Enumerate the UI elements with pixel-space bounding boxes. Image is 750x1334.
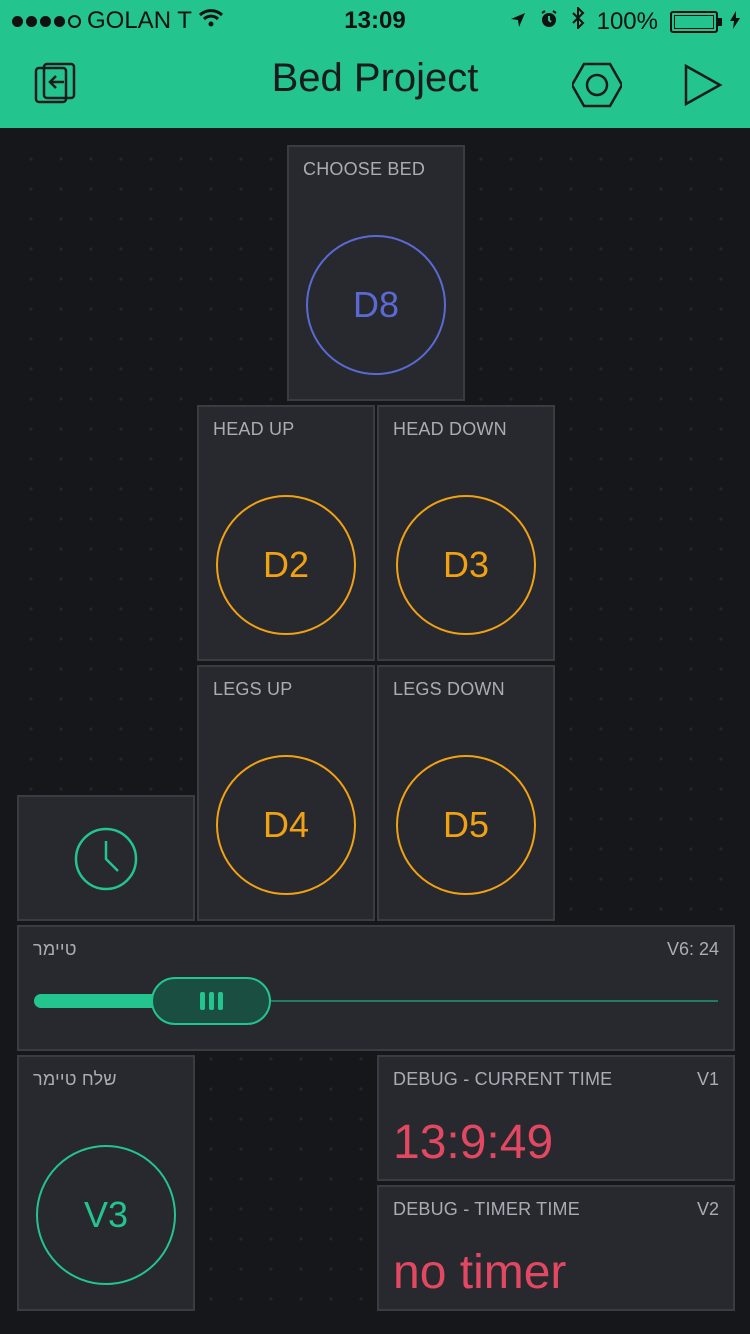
app-header: Bed Project (0, 40, 750, 128)
debug-current-time-label: DEBUG - CURRENT TIME (393, 1069, 613, 1089)
timer-slider-readout: V6: 24 (666, 939, 719, 959)
timer-slider-widget: טיימר V6: 24 (17, 925, 735, 1051)
send-timer-button[interactable]: V3 (36, 1145, 176, 1285)
play-icon[interactable] (680, 60, 730, 110)
debug-current-time-value: 13:9:49 (393, 1116, 554, 1169)
debug-timer-time-widget: DEBUG - TIMER TIME V2 no timer (377, 1185, 735, 1311)
battery-icon (670, 10, 722, 33)
legs-up-button[interactable]: D4 (216, 755, 356, 895)
choose-bed-button[interactable]: D8 (306, 235, 446, 375)
battery-percent: 100% (596, 7, 658, 35)
head-down-widget: HEAD DOWN D3 (377, 405, 555, 661)
debug-timer-time-label: DEBUG - TIMER TIME (393, 1199, 580, 1219)
head-up-label: HEAD UP (213, 419, 295, 439)
page-title: Bed Project (271, 56, 479, 100)
bluetooth-icon (571, 5, 585, 36)
head-down-button[interactable]: D3 (396, 495, 536, 635)
head-up-widget: HEAD UP D2 (197, 405, 375, 661)
choose-bed-label: CHOOSE BED (303, 159, 426, 179)
hexagon-nut-icon[interactable] (570, 60, 624, 110)
head-up-button[interactable]: D2 (216, 495, 356, 635)
choose-bed-pin: D8 (352, 284, 400, 325)
debug-timer-time-value: no timer (393, 1246, 567, 1299)
choose-bed-widget: CHOOSE BED D8 (287, 145, 465, 401)
send-timer-pin: V3 (83, 1194, 129, 1235)
debug-timer-time-pin: V2 (696, 1199, 719, 1219)
slider-thumb[interactable] (151, 977, 271, 1025)
timer-slider-label: טיימר (33, 939, 77, 959)
timer-widget[interactable] (17, 795, 195, 921)
head-down-pin: D3 (442, 544, 490, 585)
send-timer-widget: שלח טיימר V3 (17, 1055, 195, 1311)
head-up-pin: D2 (262, 544, 310, 585)
clock-icon (74, 827, 138, 891)
legs-down-button[interactable]: D5 (396, 755, 536, 895)
status-right: 100% (509, 5, 740, 36)
legs-down-widget: LEGS DOWN D5 (377, 665, 555, 921)
legs-up-label: LEGS UP (213, 679, 293, 699)
send-timer-label: שלח טיימר (33, 1069, 117, 1089)
legs-down-label: LEGS DOWN (393, 679, 505, 699)
location-arrow-icon (509, 8, 527, 36)
legs-up-widget: LEGS UP D4 (197, 665, 375, 921)
legs-up-pin: D4 (262, 804, 310, 845)
alarm-icon (539, 8, 559, 36)
bolt-icon (730, 8, 740, 36)
debug-current-time-pin: V1 (696, 1069, 719, 1089)
legs-down-pin: D5 (442, 804, 490, 845)
debug-current-time-widget: DEBUG - CURRENT TIME V1 13:9:49 (377, 1055, 735, 1181)
head-down-label: HEAD DOWN (393, 419, 507, 439)
status-bar: GOLAN T 13:09 100% (0, 0, 750, 40)
